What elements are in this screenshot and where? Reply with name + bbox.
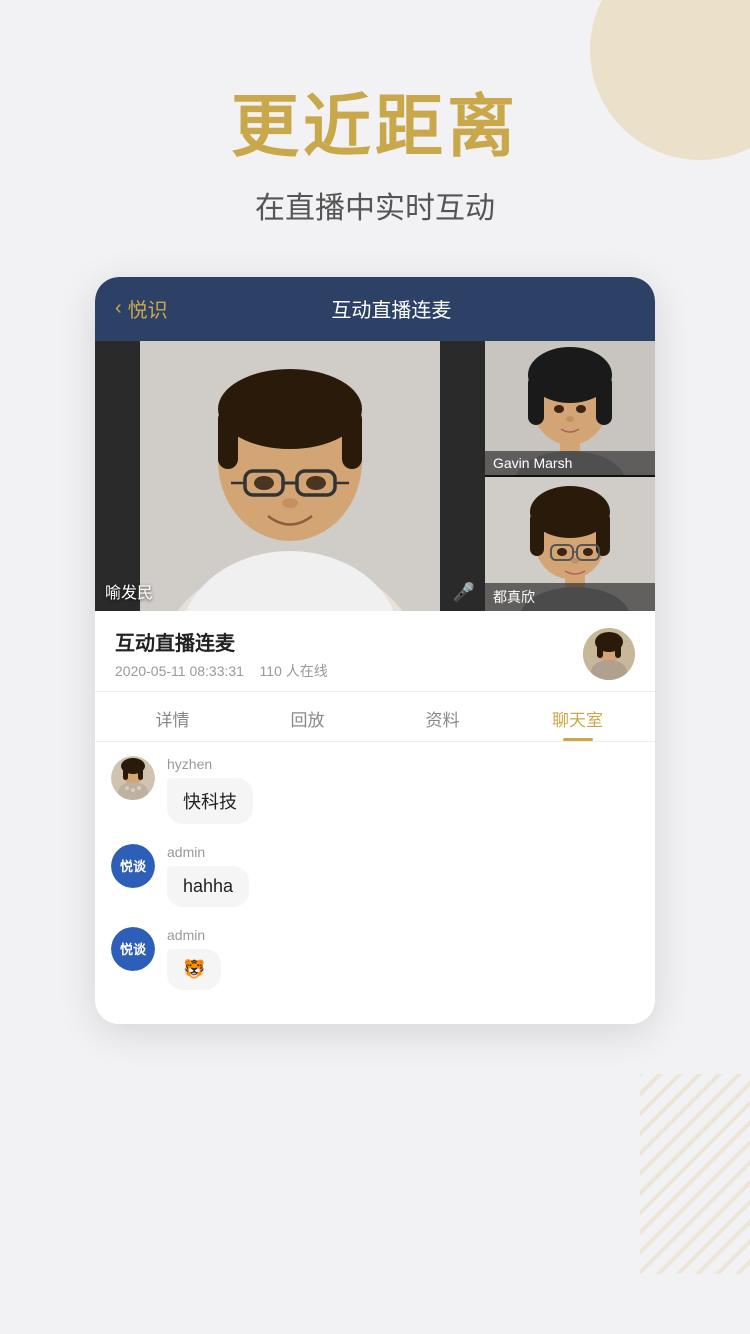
chat-username-3: admin: [167, 927, 639, 943]
side-person-1-label: Gavin Marsh: [485, 451, 655, 475]
chat-area: hyzhen 快科技 悦谈 admin hahha 悦谈 admin 🐯: [95, 742, 655, 1024]
chat-avatar-admin-1: 悦谈: [111, 844, 155, 888]
chat-message-3: 悦谈 admin 🐯: [111, 927, 639, 990]
info-text: 互动直播连麦 2020-05-11 08:33:31 110 人在线: [115, 627, 583, 681]
back-button[interactable]: ‹: [115, 297, 122, 320]
chat-avatar-1: [111, 756, 155, 800]
tab-chat[interactable]: 聊天室: [510, 692, 645, 741]
chat-bubble-2: hahha: [167, 866, 249, 907]
host-avatar: [583, 628, 635, 680]
mic-icon: 🎤: [453, 582, 475, 603]
side-video-1: Gavin Marsh: [485, 341, 655, 475]
info-row: 互动直播连麦 2020-05-11 08:33:31 110 人在线: [95, 611, 655, 692]
bg-decoration-stripe: [640, 1074, 750, 1274]
nav-title: 互动直播连麦: [208, 294, 575, 323]
video-side-panel: Gavin Marsh: [485, 341, 655, 611]
tab-bar: 详情 回放 资料 聊天室: [95, 692, 655, 742]
main-title: 更近距离: [0, 90, 750, 165]
main-person-label: 喻发民: [105, 579, 153, 603]
chat-username-2: admin: [167, 844, 639, 860]
main-video-feed: [95, 341, 485, 611]
sub-title: 在直播中实时互动: [0, 183, 750, 227]
side-video-2: 都真欣: [485, 477, 655, 611]
video-grid: 喻发民 🎤: [95, 341, 655, 611]
stream-date: 2020-05-11 08:33:31: [115, 663, 244, 679]
chat-username-1: hyzhen: [167, 756, 639, 772]
side-person-2-label: 都真欣: [485, 583, 655, 611]
chat-bubble-3: 🐯: [167, 949, 221, 990]
stream-online: 110 人在线: [260, 663, 328, 679]
host-avatar-img: [583, 628, 635, 680]
phone-card: ‹ 悦识 互动直播连麦: [95, 277, 655, 1024]
chat-avatar-admin-2: 悦谈: [111, 927, 155, 971]
stream-meta: 2020-05-11 08:33:31 110 人在线: [115, 661, 583, 681]
chat-message-1: hyzhen 快科技: [111, 756, 639, 824]
chat-avatar-hyzhen: [111, 756, 155, 800]
tab-replay[interactable]: 回放: [240, 692, 375, 741]
chat-message-2: 悦谈 admin hahha: [111, 844, 639, 907]
chat-content-3: admin 🐯: [167, 927, 639, 990]
chat-bubble-1: 快科技: [167, 778, 253, 824]
chat-content-1: hyzhen 快科技: [167, 756, 639, 824]
stream-title: 互动直播连麦: [115, 627, 583, 656]
nav-bar: ‹ 悦识 互动直播连麦: [95, 277, 655, 341]
tab-details[interactable]: 详情: [105, 692, 240, 741]
header-area: 更近距离 在直播中实时互动: [0, 0, 750, 257]
tab-materials[interactable]: 资料: [375, 692, 510, 741]
app-name: 悦识: [128, 294, 168, 323]
video-main: 喻发民 🎤: [95, 341, 485, 611]
chat-avatar-2: 悦谈: [111, 844, 155, 888]
chat-content-2: admin hahha: [167, 844, 639, 907]
chat-avatar-3: 悦谈: [111, 927, 155, 971]
